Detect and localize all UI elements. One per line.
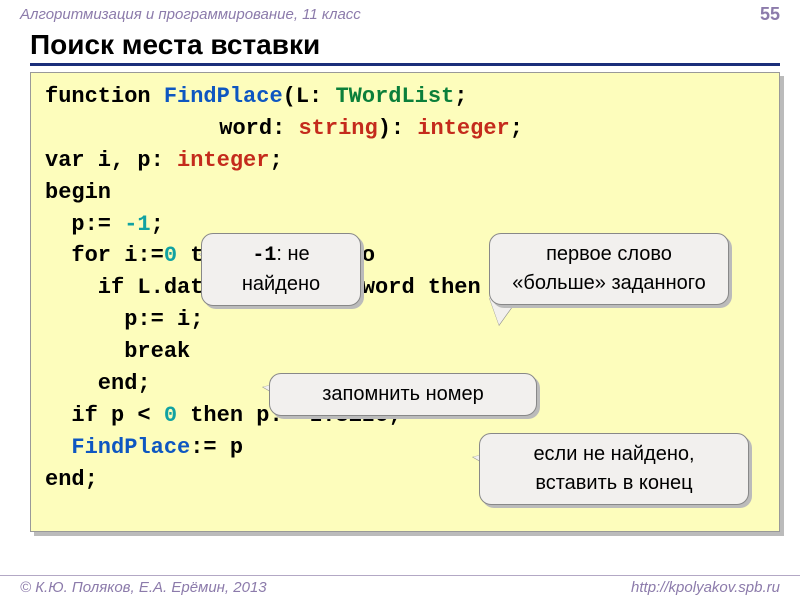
page-number: 55 — [760, 4, 780, 25]
code-line: p:= i; — [45, 304, 765, 336]
callout-first-word: первое слово «больше» заданного — [489, 233, 729, 305]
callout-remember: запомнить номер — [269, 373, 537, 416]
slide-header: Алгоритмизация и программирование, 11 кл… — [0, 0, 800, 27]
slide-footer: © К.Ю. Поляков, Е.А. Ерёмин, 2013 http:/… — [0, 575, 800, 596]
code-line: break — [45, 336, 765, 368]
copyright: © К.Ю. Поляков, Е.А. Ерёмин, 2013 — [20, 579, 267, 596]
code-line: word: string): integer; — [45, 113, 765, 145]
code-block: function FindPlace(L: TWordList; word: s… — [30, 72, 780, 532]
code-line: function FindPlace(L: TWordList; — [45, 81, 765, 113]
course-label: Алгоритмизация и программирование, 11 кл… — [20, 6, 361, 23]
slide-title: Поиск места вставки — [30, 29, 780, 66]
callout-insert-end: если не найдено, вставить в конец — [479, 433, 749, 505]
code-line: var i, p: integer; — [45, 145, 765, 177]
callout-not-found: -1: не найдено — [201, 233, 361, 306]
footer-url: http://kpolyakov.spb.ru — [631, 579, 780, 596]
code-line: begin — [45, 177, 765, 209]
